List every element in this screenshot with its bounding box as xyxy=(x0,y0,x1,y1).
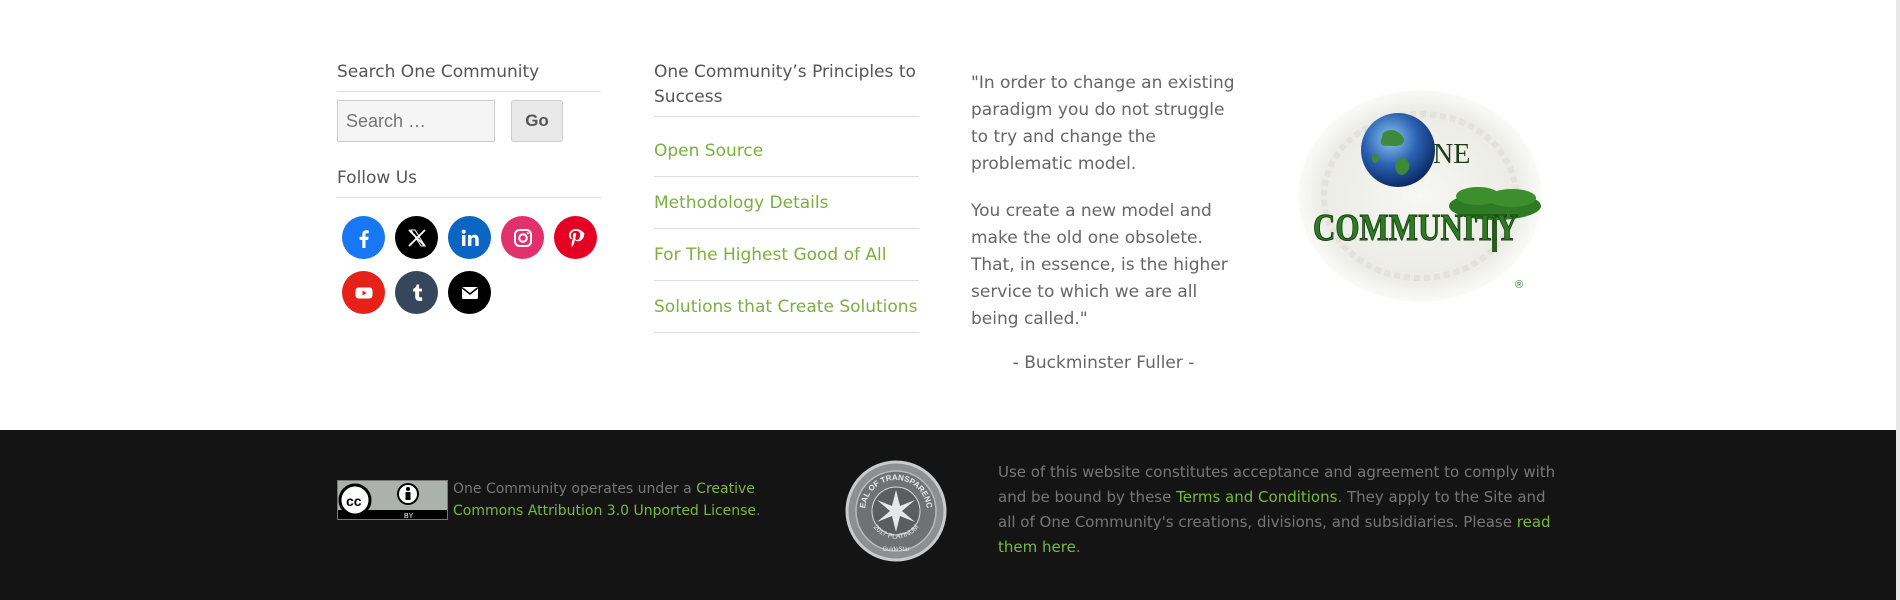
methodology-details-link[interactable]: Methodology Details xyxy=(654,193,828,213)
pinterest-icon[interactable] xyxy=(554,216,597,259)
list-item: Solutions that Create Solutions xyxy=(654,281,919,333)
open-source-link[interactable]: Open Source xyxy=(654,141,763,161)
go-button[interactable]: Go xyxy=(511,100,563,142)
search-widget-title: Search One Community xyxy=(337,60,601,92)
highest-good-link[interactable]: For The Highest Good of All xyxy=(654,245,886,265)
quote-paragraph-1: "In order to change an existing paradigm… xyxy=(971,73,1235,174)
x-icon[interactable] xyxy=(395,216,438,259)
legal-suffix: . xyxy=(1075,538,1081,556)
site-footer: cc BY One Community operates under a Cre… xyxy=(0,430,1896,600)
list-item: For The Highest Good of All xyxy=(654,229,919,281)
svg-text:cc: cc xyxy=(346,493,362,509)
solutions-link[interactable]: Solutions that Create Solutions xyxy=(654,297,917,317)
scrollbar[interactable] xyxy=(1896,0,1900,600)
globe-icon xyxy=(1361,113,1435,187)
registered-mark: ® xyxy=(1515,279,1523,291)
principles-column: One Community’s Principles to Success Op… xyxy=(654,60,919,333)
creative-commons-badge[interactable]: cc BY xyxy=(337,480,448,520)
instagram-icon[interactable] xyxy=(501,216,544,259)
quote-paragraph-2: You create a new model and make the old … xyxy=(971,201,1228,329)
search-form: Go xyxy=(337,100,601,142)
cc-by-text: BY xyxy=(404,513,414,519)
list-item: Methodology Details xyxy=(654,177,919,229)
linkedin-icon[interactable] xyxy=(448,216,491,259)
principles-widget-title: One Community’s Principles to Success xyxy=(654,60,919,117)
footer-widgets: Search One Community Go Follow Us xyxy=(0,0,1896,430)
logo-graphic: NE COMMUNITY ® xyxy=(1298,90,1542,302)
search-input[interactable] xyxy=(337,100,495,142)
logo-word-2: COMMUNITY xyxy=(1313,207,1518,249)
license-prefix: One Community operates under a xyxy=(453,481,697,497)
youtube-icon[interactable] xyxy=(342,271,385,314)
logo-word-1: NE xyxy=(1433,139,1470,170)
email-icon[interactable] xyxy=(448,271,491,314)
guidestar-seal[interactable]: SEAL OF TRANSPARENCY 2017 PLATINUM Guide… xyxy=(842,453,947,562)
license-text: One Community operates under a Creative … xyxy=(453,478,813,522)
quote-column: "In order to change an existing paradigm… xyxy=(971,70,1241,373)
search-follow-column: Search One Community Go Follow Us xyxy=(337,60,601,314)
seal-brand: GuideStar xyxy=(882,547,909,553)
principles-list: Open Source Methodology Details For The … xyxy=(654,125,919,333)
list-item: Open Source xyxy=(654,125,919,177)
terms-link[interactable]: Terms and Conditions xyxy=(1176,488,1337,506)
tumblr-icon[interactable] xyxy=(395,271,438,314)
license-suffix: . xyxy=(756,503,761,519)
one-community-logo: NE COMMUNITY ® xyxy=(1295,88,1545,308)
legal-text: Use of this website constitutes acceptan… xyxy=(998,460,1558,560)
facebook-icon[interactable] xyxy=(342,216,385,259)
follow-widget-title: Follow Us xyxy=(337,166,601,198)
social-icons xyxy=(337,216,606,314)
quote-author: - Buckminster Fuller - xyxy=(1012,353,1195,373)
